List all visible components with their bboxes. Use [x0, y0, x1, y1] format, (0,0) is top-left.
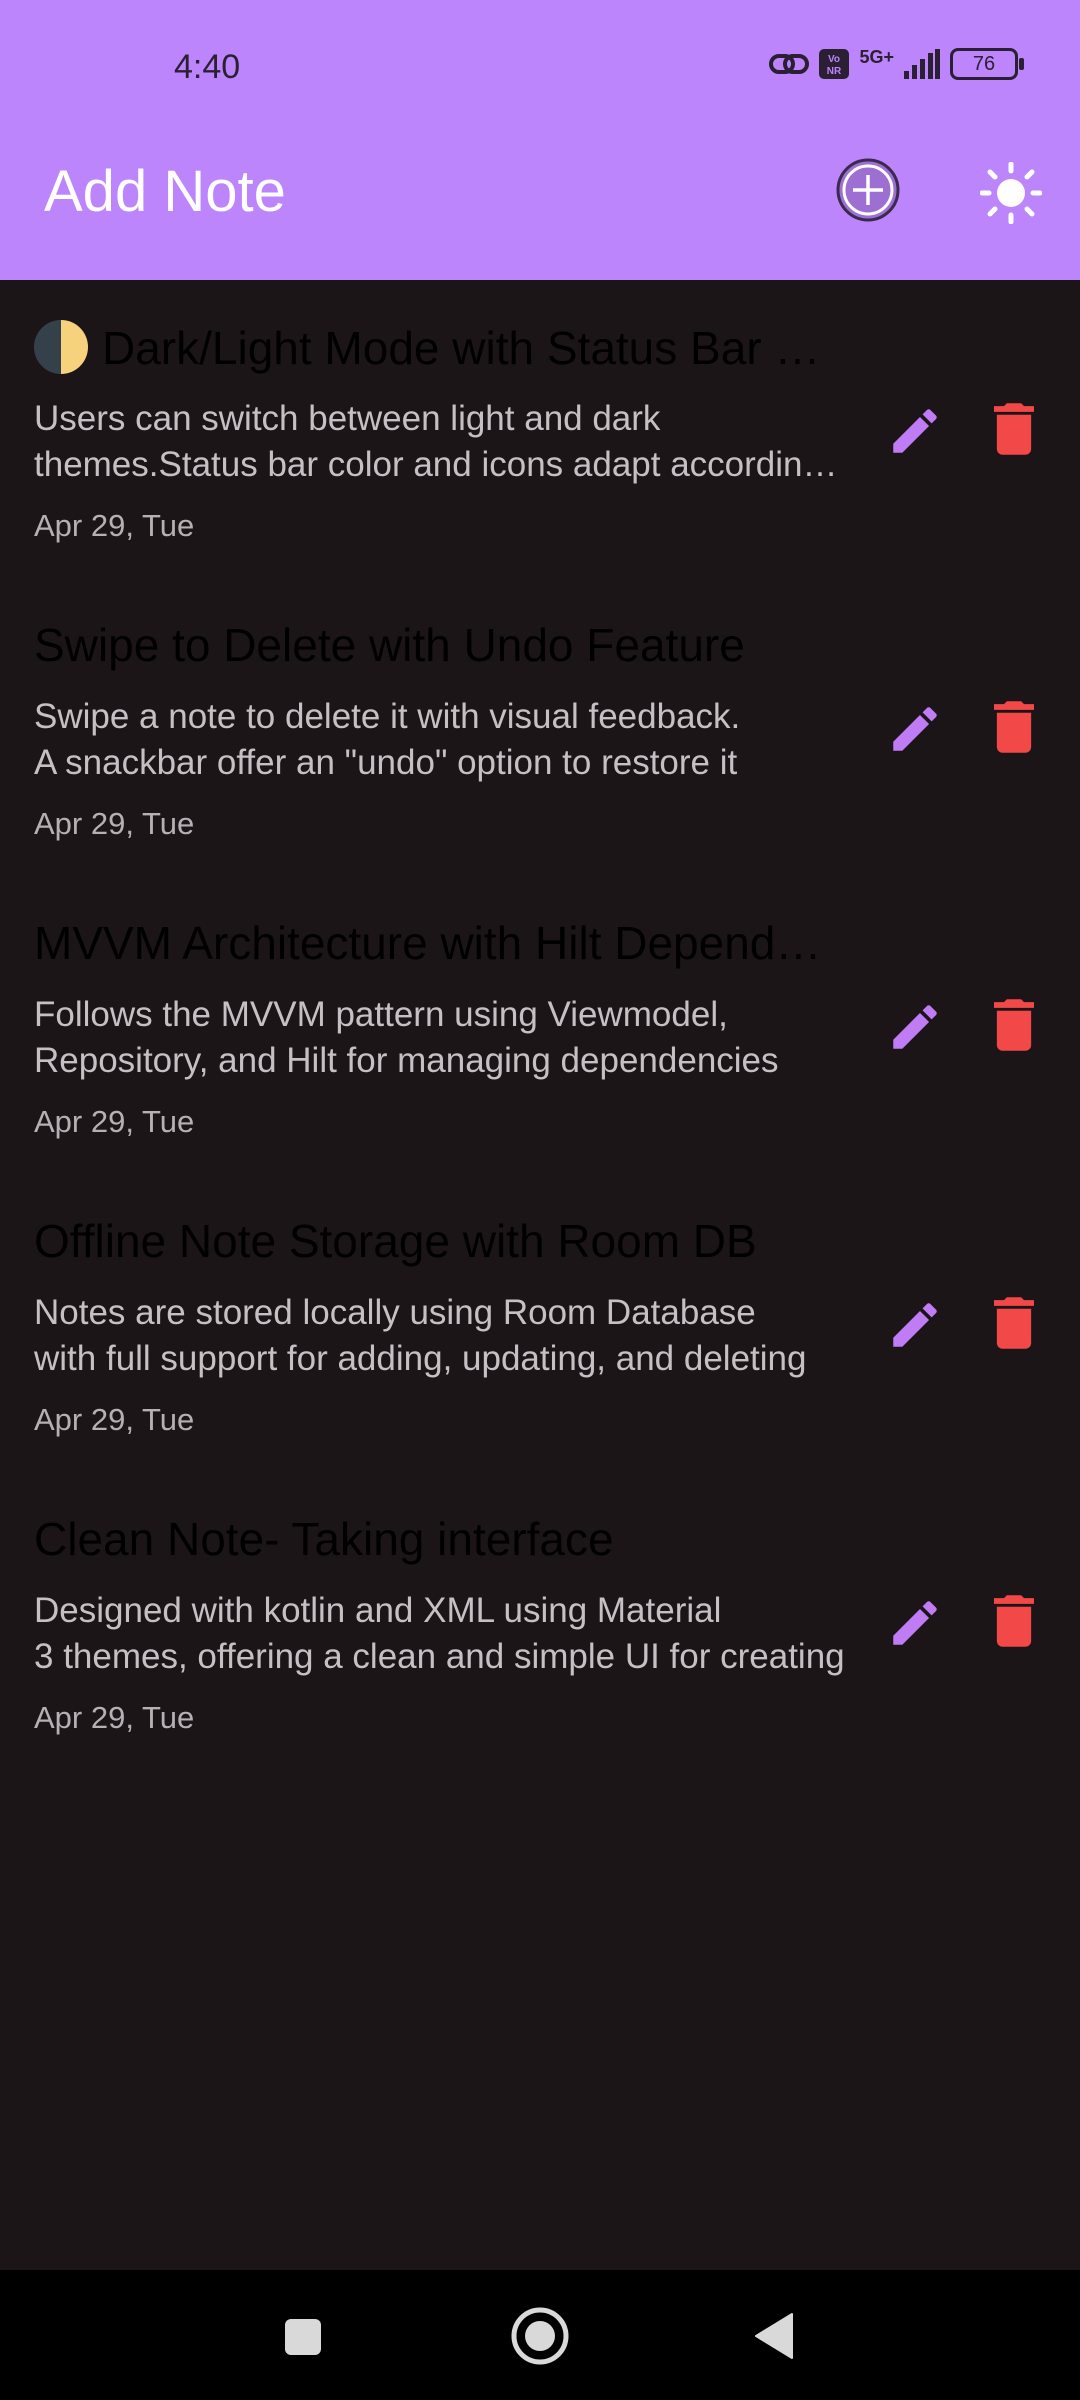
- volte-icon: Vo NR: [819, 49, 850, 79]
- note-description-line: Notes are stored locally using Room Data…: [34, 1293, 756, 1332]
- edit-icon[interactable]: [886, 700, 944, 758]
- note-title: Clean Note- Taking interface: [34, 1513, 614, 1565]
- note-description: Users can switch between light and dark …: [34, 396, 846, 488]
- note-description-line: 3 themes, offering a clean and simple UI…: [34, 1637, 845, 1676]
- note-description-line: themes.Status bar color and icons adapt …: [34, 445, 846, 484]
- back-button[interactable]: [754, 2312, 794, 2360]
- note-item[interactable]: Clean Note- Taking interface Designed wi…: [0, 1482, 1080, 1780]
- note-item[interactable]: Swipe to Delete with Undo Feature Swipe …: [0, 588, 1080, 886]
- note-title: Offline Note Storage with Room DB: [34, 1215, 757, 1267]
- svg-text:NR: NR: [827, 66, 842, 77]
- sun-icon: [980, 162, 1042, 224]
- note-description-line: Users can switch between light and dark: [34, 399, 661, 438]
- note-description-line: with full support for adding, updating, …: [34, 1339, 807, 1378]
- system-navigation-bar: [0, 2270, 1080, 2400]
- note-date: Apr 29, Tue: [34, 806, 195, 841]
- signal-icon: [904, 49, 940, 79]
- note-title: MVVM Architecture with Hilt Dependency I…: [34, 917, 844, 969]
- note-title: Swipe to Delete with Undo Feature: [34, 619, 745, 671]
- note-title-text: Dark/Light Mode with Status Bar Sync: [102, 322, 844, 374]
- note-description-line: A snackbar offer an "undo" option to res…: [34, 743, 738, 782]
- status-time: 4:40: [174, 48, 241, 86]
- recent-apps-button[interactable]: [284, 2318, 322, 2356]
- delete-icon[interactable]: [994, 402, 1034, 456]
- note-item[interactable]: MVVM Architecture with Hilt Dependency I…: [0, 886, 1080, 1184]
- note-item[interactable]: Dark/Light Mode with Status Bar Sync Use…: [0, 290, 1080, 588]
- note-description: Swipe a note to delete it with visual fe…: [34, 694, 846, 786]
- note-date: Apr 29, Tue: [34, 1700, 195, 1735]
- edit-icon[interactable]: [886, 1296, 944, 1354]
- delete-icon[interactable]: [994, 700, 1034, 754]
- note-description-line: Repository, and Hilt for managing depend…: [34, 1041, 779, 1080]
- note-date: Apr 29, Tue: [34, 1402, 195, 1437]
- battery-indicator: 76: [950, 48, 1024, 80]
- note-description-line: Designed with kotlin and XML using Mater…: [34, 1591, 722, 1630]
- delete-icon[interactable]: [994, 1296, 1034, 1350]
- note-description: Follows the MVVM pattern using Viewmodel…: [34, 992, 846, 1084]
- note-date: Apr 29, Tue: [34, 508, 195, 543]
- network-type: 5G+: [859, 46, 894, 67]
- note-description: Designed with kotlin and XML using Mater…: [34, 1588, 846, 1680]
- moon-icon: [34, 320, 88, 374]
- add-note-button[interactable]: [836, 158, 900, 222]
- note-description: Notes are stored locally using Room Data…: [34, 1290, 846, 1382]
- status-icons: Vo NR 5G+ 76: [769, 46, 1024, 80]
- delete-icon[interactable]: [994, 998, 1034, 1052]
- link-icon: [769, 54, 810, 74]
- note-date: Apr 29, Tue: [34, 1104, 195, 1139]
- home-button[interactable]: [510, 2306, 570, 2366]
- note-description-line: Swipe a note to delete it with visual fe…: [34, 697, 741, 736]
- delete-icon[interactable]: [994, 1594, 1034, 1648]
- note-title: Dark/Light Mode with Status Bar Sync: [34, 320, 844, 375]
- app-bar: 4:40 Vo NR 5G+ 76 Add Note: [0, 0, 1080, 280]
- edit-icon[interactable]: [886, 1594, 944, 1652]
- edit-icon[interactable]: [886, 998, 944, 1056]
- page-title: Add Note: [44, 159, 286, 224]
- note-description-line: Follows the MVVM pattern using Viewmodel…: [34, 995, 728, 1034]
- note-item[interactable]: Offline Note Storage with Room DB Notes …: [0, 1184, 1080, 1482]
- edit-icon[interactable]: [886, 402, 944, 460]
- svg-text:Vo: Vo: [828, 54, 840, 65]
- notes-list: Dark/Light Mode with Status Bar Sync Use…: [0, 290, 1080, 1780]
- theme-toggle-button[interactable]: [980, 162, 1042, 224]
